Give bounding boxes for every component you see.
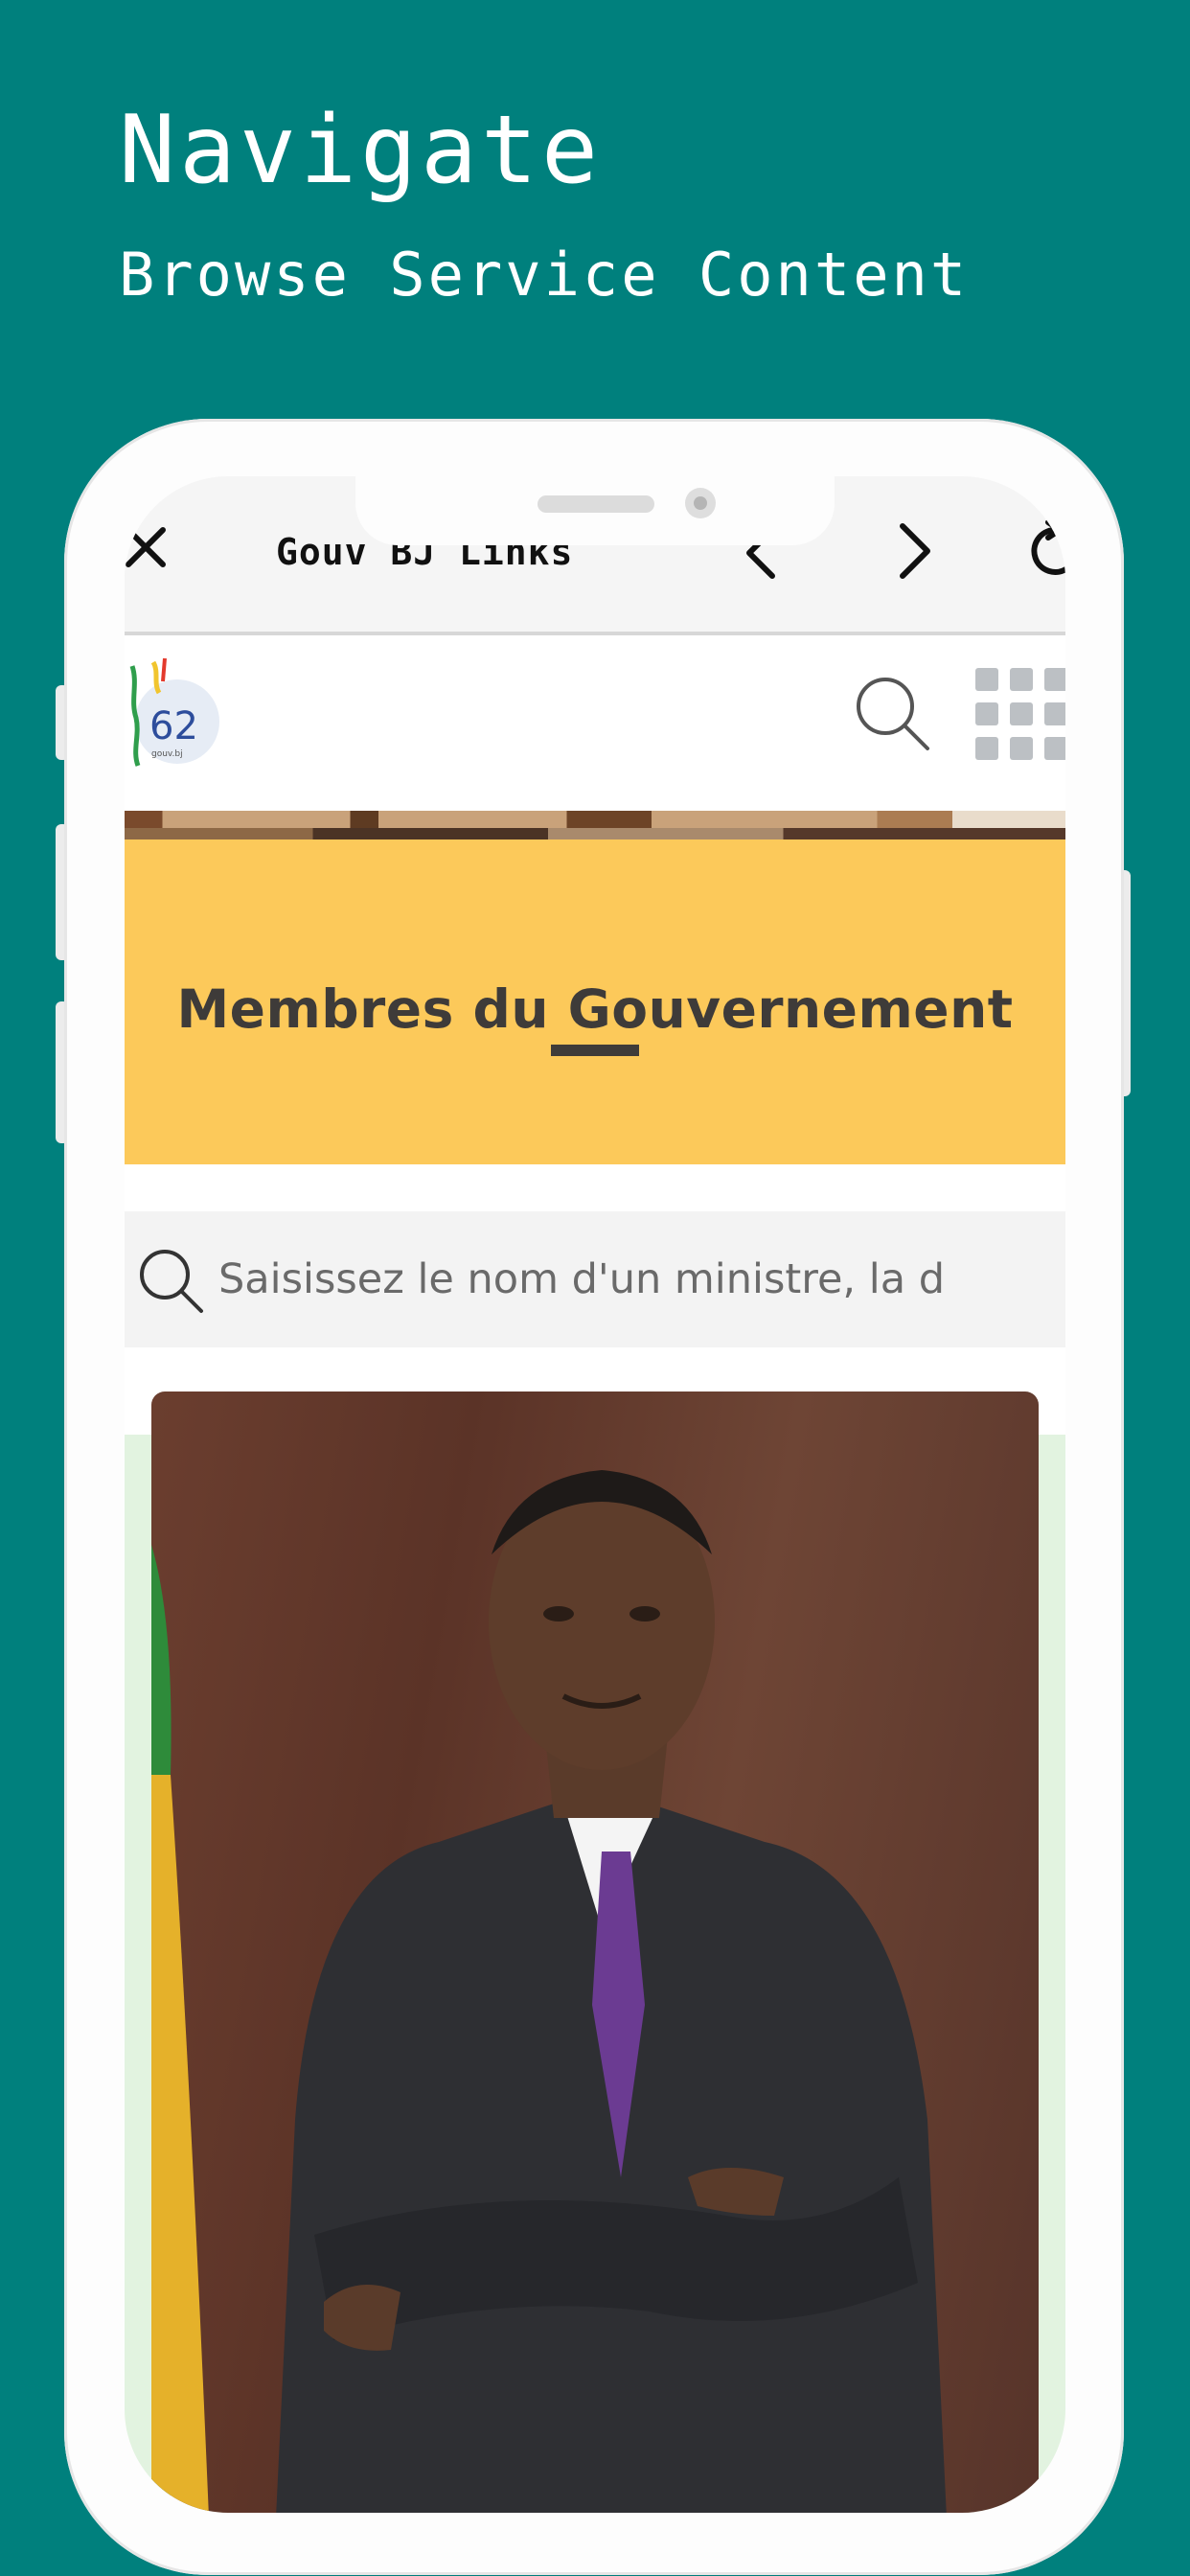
search-input[interactable] — [217, 1244, 1044, 1315]
page-title: Membres du Gouvernement — [176, 978, 1014, 1040]
site-header: 62 gouv.bj — [125, 635, 1065, 811]
promo-headline: Navigate — [119, 96, 603, 205]
promo-subline: Browse Service Content — [119, 240, 970, 310]
grid-menu-icon[interactable] — [975, 668, 1065, 773]
search-icon[interactable] — [853, 674, 931, 752]
speaker-grille — [538, 495, 654, 513]
title-underline — [551, 1045, 639, 1056]
minister-search — [125, 1211, 1065, 1347]
svg-text:gouv.bj: gouv.bj — [151, 749, 183, 759]
site-logo[interactable]: 62 gouv.bj — [125, 655, 220, 774]
reload-icon[interactable] — [1025, 520, 1065, 582]
government-banner: Membres du Gouvernement — [125, 840, 1065, 1164]
front-camera — [685, 488, 716, 518]
chevron-right-icon[interactable] — [891, 520, 939, 582]
hero-image-strip — [125, 811, 1065, 840]
search-icon — [140, 1250, 203, 1313]
phone-notch — [355, 476, 835, 545]
svg-text:62: 62 — [149, 704, 198, 748]
phone-screen: Gouv BJ Links 62 gouv.bj Membres du Gouv… — [125, 476, 1065, 2513]
portrait-illustration — [151, 1470, 947, 2513]
portrait-photo[interactable] — [151, 1392, 1039, 2513]
close-icon[interactable] — [125, 526, 169, 570]
